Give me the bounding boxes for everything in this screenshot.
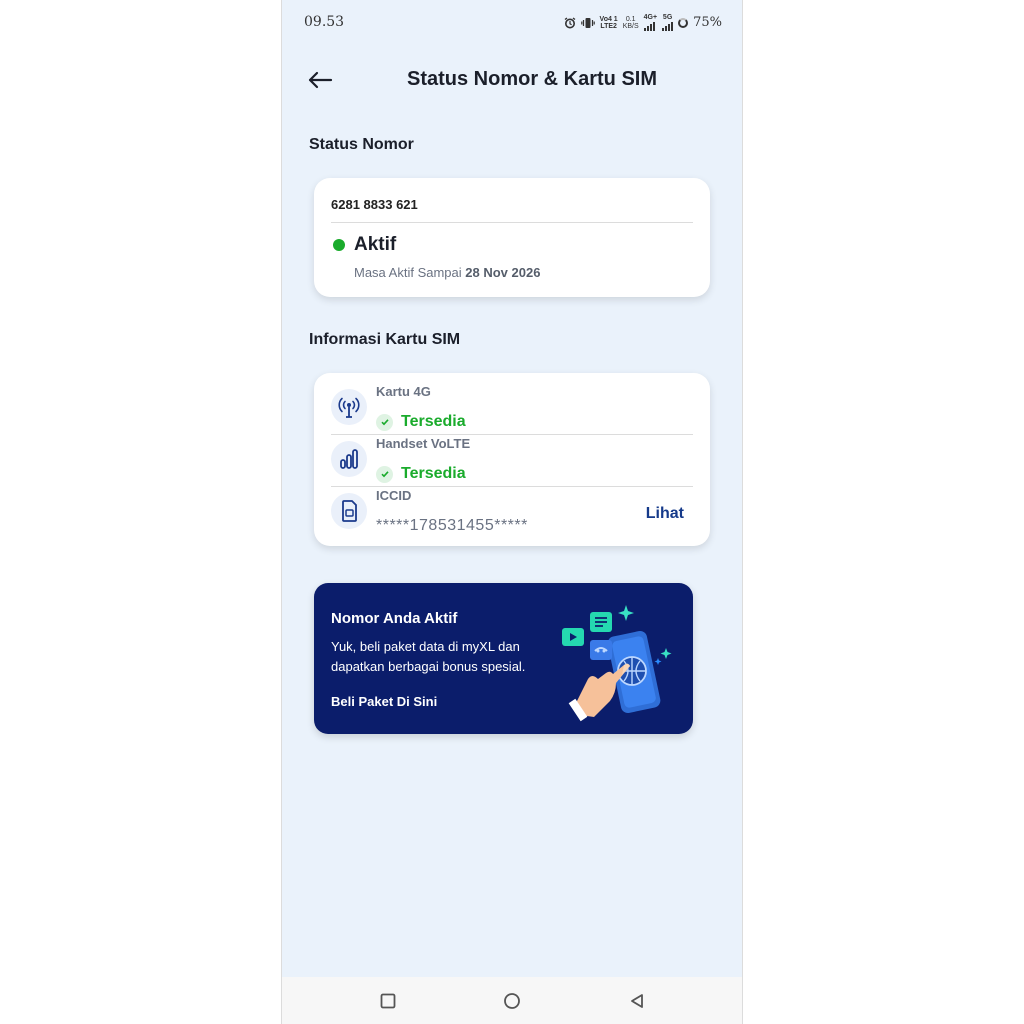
system-nav-bar (282, 977, 742, 1024)
volte-top-text: Vo4 1 (599, 15, 618, 23)
status-dot (333, 239, 345, 251)
page-title: Status Nomor & Kartu SIM (406, 68, 658, 90)
list-item-handset-volte: Handset VoLTE Tersedia (314, 429, 710, 483)
status-bar: 09.53 Vo4 1 LTE2 0.1 KB/S 4G+ 5G 75% (282, 0, 742, 44)
home-icon[interactable] (503, 992, 521, 1010)
kartu-label: Kartu 4G (376, 384, 431, 399)
sim-info-card: Kartu 4G Tersedia Handset VoLTE Tersedia… (314, 373, 710, 546)
banner-description: Yuk, beli paket data di myXL dan dapatka… (331, 639, 526, 674)
active-until-date: 28 Nov 2026 (465, 265, 541, 280)
back-triangle-icon[interactable] (628, 992, 646, 1010)
recent-apps-icon[interactable] (379, 992, 397, 1010)
check-icon (376, 465, 393, 483)
iccid-label: ICCID (376, 488, 412, 503)
banner-cta[interactable]: Beli Paket Di Sini (331, 694, 437, 709)
banner-title: Nomor Anda Aktif (331, 610, 458, 627)
phone-hand-illustration (562, 605, 672, 722)
phone-screen: 09.53 Vo4 1 LTE2 0.1 KB/S 4G+ 5G 75% Statu… (281, 0, 743, 1024)
alarm-icon (564, 16, 575, 28)
status-text: Aktif (354, 234, 397, 255)
sim2-network: 5G (662, 14, 673, 21)
active-until-label: Masa Aktif Sampai (354, 265, 466, 280)
back-arrow-icon[interactable] (306, 66, 334, 94)
signal-bars-icon (662, 21, 674, 31)
status-nomor-card: 6281 8833 621 Aktif Masa Aktif Sampai 28… (314, 178, 710, 297)
promo-banner[interactable]: Nomor Anda Aktif Yuk, beli paket data di… (314, 583, 693, 734)
volte-indicator: Vo4 1 LTE2 (600, 16, 618, 30)
speed-unit: KB/S (622, 22, 639, 30)
signal-bars-icon (331, 441, 367, 477)
status-icons: Vo4 1 LTE2 0.1 KB/S 4G+ 5G 75% (564, 14, 722, 31)
sim1-signal: 4G+ (643, 14, 658, 31)
iccid-value: *****178531455***** (376, 517, 528, 534)
section-title-status-nomor: Status Nomor (309, 136, 414, 153)
active-until: Masa Aktif Sampai 28 Nov 2026 (354, 265, 540, 280)
speed-indicator: 0.1 KB/S (623, 16, 639, 30)
battery-icon (678, 17, 689, 28)
section-title-sim-info: Informasi Kartu SIM (309, 331, 461, 348)
antenna-icon (331, 389, 367, 425)
signal-bars-icon (643, 21, 657, 31)
sim2-signal: 5G (662, 14, 674, 31)
sim-card-icon (331, 493, 367, 529)
volte-bottom-text: LTE2 (600, 22, 617, 30)
vibrate-icon (580, 17, 595, 28)
phone-number: 6281 8833 621 (331, 197, 418, 212)
sim1-network: 4G+ (643, 14, 658, 21)
check-icon (376, 413, 393, 431)
divider (331, 222, 693, 223)
list-item-iccid: ICCID *****178531455***** Lihat (314, 481, 710, 534)
lihat-button[interactable]: Lihat (646, 505, 684, 523)
battery-level: 75% (693, 15, 722, 30)
list-item-kartu-4g: Kartu 4G Tersedia (314, 377, 710, 431)
clock: 09.53 (304, 14, 345, 30)
handset-label: Handset VoLTE (376, 436, 471, 451)
speed-value: 0.1 (625, 15, 636, 23)
